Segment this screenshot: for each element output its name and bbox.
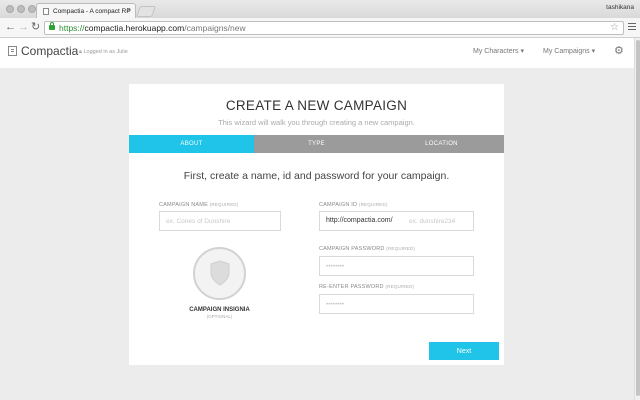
browser-toolbar: ← → ↻ https://compactia.herokuapp.com/ca… [0, 18, 640, 38]
close-window-button[interactable] [6, 5, 14, 13]
wizard-lead-text: First, create a name, id and password fo… [183, 170, 450, 182]
campaign-id-input[interactable] [403, 212, 473, 230]
page-scrollbar[interactable] [634, 38, 640, 400]
campaign-password-label: CAMPAIGN PASSWORD (REQUIRED) [319, 246, 415, 252]
next-button[interactable]: Next [429, 342, 499, 360]
required-tag: (REQUIRED) [209, 202, 239, 207]
gear-icon[interactable]: ⚙ [614, 44, 624, 57]
scrollbar-thumb[interactable] [636, 40, 640, 396]
wizard-steps: ABOUT TYPE LOCATION [129, 135, 504, 153]
back-icon[interactable]: ← [5, 21, 16, 33]
caret-down-icon: ▾ [520, 48, 524, 55]
step-type[interactable]: TYPE [254, 135, 379, 153]
campaign-name-label-text: CAMPAIGN NAME [159, 202, 208, 208]
nav-my-campaigns-label: My Campaigns [543, 48, 590, 55]
campaign-id-label: CAMPAIGN ID (REQUIRED) [319, 202, 388, 208]
campaign-id-label-text: CAMPAIGN ID [319, 202, 358, 208]
tab-title: Compactia - A compact RP [53, 7, 131, 15]
lock-small-icon: 🔒︎ [79, 49, 82, 55]
url-path: /campaigns/new [184, 23, 246, 33]
url-protocol: https:// [59, 23, 85, 33]
campaign-wizard-card: CREATE A NEW CAMPAIGN This wizard will w… [129, 84, 504, 365]
brand-name[interactable]: Compactia [21, 44, 78, 58]
step-location[interactable]: LOCATION [379, 135, 504, 153]
minimize-window-button[interactable] [17, 5, 25, 13]
nav-my-campaigns[interactable]: My Campaigns ▾ [543, 47, 595, 55]
required-tag: (REQUIRED) [385, 284, 415, 289]
campaign-id-field[interactable]: http://compactia.com/ [319, 211, 474, 231]
page-icon [43, 7, 49, 15]
url-host: compactia.herokuapp.com [84, 23, 185, 33]
browser-tab[interactable]: Compactia - A compact RP × [36, 3, 136, 18]
zoom-window-button[interactable] [28, 5, 36, 13]
page-title: CREATE A NEW CAMPAIGN [225, 98, 408, 113]
required-tag: (REQUIRED) [386, 246, 416, 251]
logo-icon[interactable] [8, 46, 17, 56]
close-tab-icon[interactable]: × [127, 7, 131, 14]
required-tag: (REQUIRED) [358, 202, 388, 207]
insignia-upload[interactable] [193, 247, 246, 300]
browser-menu-icon[interactable] [628, 23, 636, 32]
campaign-name-input[interactable] [159, 211, 281, 231]
reenter-password-label-text: RE-ENTER PASSWORD [319, 284, 384, 290]
campaign-password-input[interactable] [319, 256, 474, 276]
shield-icon [210, 260, 230, 286]
forward-icon[interactable]: → [18, 21, 29, 33]
nav-my-characters[interactable]: My Characters ▾ [473, 47, 524, 55]
reload-icon[interactable]: ↻ [31, 21, 40, 33]
nav-my-characters-label: My Characters [473, 48, 519, 55]
new-tab-button[interactable] [135, 6, 157, 17]
insignia-optional-tag: (OPTIONAL) [206, 314, 233, 319]
browser-tabstrip: Compactia - A compact RP × tashikana [0, 0, 640, 18]
campaign-id-prefix: http://compactia.com/ [326, 217, 393, 224]
logged-in-status: 🔒︎ Logged in as Julie [79, 49, 128, 56]
reenter-password-label: RE-ENTER PASSWORD (REQUIRED) [319, 284, 414, 290]
reenter-password-input[interactable] [319, 294, 474, 314]
caret-down-icon: ▾ [591, 48, 596, 55]
logged-in-text: Logged in as Julie [83, 49, 128, 55]
profile-name[interactable]: tashikana [606, 4, 634, 11]
step-about[interactable]: ABOUT [129, 135, 254, 153]
address-bar[interactable]: https://compactia.herokuapp.com/campaign… [44, 21, 624, 35]
site-header: Compactia 🔒︎ Logged in as Julie My Chara… [0, 38, 634, 68]
bookmark-star-icon[interactable]: ☆ [610, 22, 619, 34]
campaign-password-label-text: CAMPAIGN PASSWORD [319, 246, 385, 252]
lock-icon [49, 22, 55, 30]
page-subtitle: This wizard will walk you through creati… [218, 118, 415, 127]
insignia-label: CAMPAIGN INSIGNIA [189, 307, 250, 313]
campaign-name-label: CAMPAIGN NAME (REQUIRED) [159, 202, 238, 208]
